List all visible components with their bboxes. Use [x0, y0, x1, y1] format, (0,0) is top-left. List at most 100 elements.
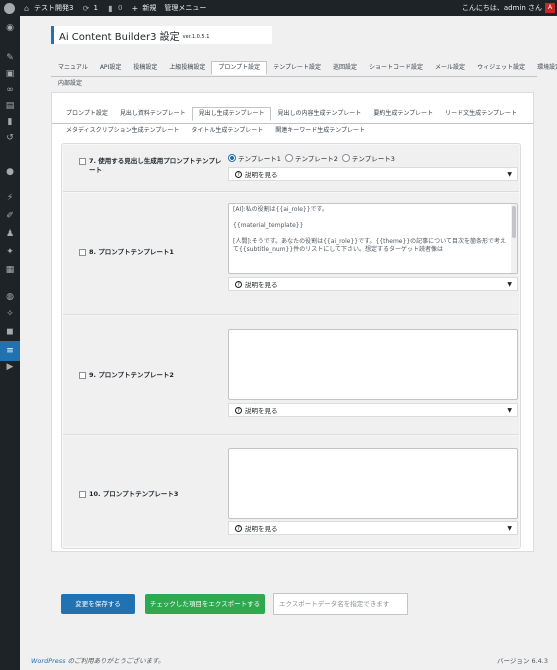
plus-icon: + — [131, 3, 139, 13]
subtab-related-keyword[interactable]: 関連キーワード生成テンプレート — [269, 124, 371, 138]
tab-mail[interactable]: メール設定 — [429, 61, 471, 75]
tools-icon[interactable]: ✦ — [4, 246, 16, 258]
export-name-input[interactable] — [273, 593, 408, 615]
footer-thanks-text: のご利用ありがとうございます。 — [65, 657, 165, 665]
addon-icon[interactable]: ◼ — [4, 326, 16, 338]
radio-label: テンプレート2 — [294, 155, 338, 163]
main-tabs: マニュアル API設定 投稿設定 上級投稿設定 プロンプト設定 テンプレート設定… — [52, 61, 557, 75]
media-icon[interactable]: ▣ — [4, 68, 16, 80]
new-label: 新規 — [142, 4, 157, 12]
settings-icon[interactable]: ▦ — [4, 264, 16, 276]
template3-label: 10. プロンプトテンプレート3 — [89, 490, 179, 498]
tab-shortcode[interactable]: ショートコード設定 — [363, 61, 429, 75]
tools-brush-icon[interactable]: ✐ — [4, 210, 16, 222]
page-title: Ai Content Builder3 設定 — [59, 31, 180, 43]
explain-toggle[interactable]: ? 説明を見る ▼ — [228, 403, 518, 417]
radio-button[interactable] — [284, 154, 293, 162]
explain-label: 説明を見る — [245, 281, 278, 289]
tab-advanced-post[interactable]: 上級投稿設定 — [163, 61, 211, 75]
explain-toggle[interactable]: ? 説明を見る ▼ — [228, 167, 518, 181]
question-icon: ? — [235, 524, 242, 532]
site-name: テスト開発3 — [34, 4, 74, 12]
links-icon[interactable]: ∞ — [4, 84, 16, 96]
wrench-icon[interactable]: ✧ — [4, 308, 16, 320]
tab-api[interactable]: API設定 — [94, 61, 128, 75]
subtab-title[interactable]: タイトル生成テンプレート — [185, 124, 269, 138]
users-icon[interactable]: ♟ — [4, 228, 16, 240]
comments-icon[interactable]: ▮ — [4, 116, 16, 128]
radio-template2[interactable]: テンプレート2 — [284, 153, 338, 163]
comments-menu[interactable]: ▮ 0 — [102, 0, 126, 16]
template1-textarea[interactable]: [AI]:私の役割は{{ai_role}}です。 {{material_temp… — [228, 203, 518, 274]
appearance-icon[interactable]: ● — [4, 166, 16, 178]
radio-button[interactable] — [341, 154, 350, 162]
row-checkbox[interactable] — [79, 158, 86, 165]
wordpress-link[interactable]: WordPress — [31, 657, 66, 665]
tab-prompt[interactable]: プロンプト設定 — [211, 61, 268, 75]
row-label: 8. プロンプトテンプレート1 — [79, 248, 174, 257]
version-label: ver.1.0.5.1 — [182, 33, 210, 40]
triangle-down-icon: ▼ — [507, 524, 512, 532]
ai-content-builder-icon[interactable]: ≡ — [0, 341, 20, 361]
tab-environment[interactable]: 環境設定 — [531, 61, 557, 75]
tab-patrol[interactable]: 巡回設定 — [327, 61, 363, 75]
admin-menu-link[interactable]: 管理メニュー — [160, 0, 210, 16]
tab-widget[interactable]: ウィジェット設定 — [471, 61, 531, 75]
subtab-heading-content[interactable]: 見出しの内容生成テンプレート — [271, 107, 367, 121]
template2-label: 9. プロンプトテンプレート2 — [89, 371, 174, 379]
subtab-meta-description[interactable]: メタディスクリプション生成テンプレート — [60, 124, 185, 138]
row-label: 9. プロンプトテンプレート2 — [79, 371, 174, 380]
refresh-icon: ⟳ — [82, 3, 90, 13]
radio-template1[interactable]: テンプレート1 — [228, 153, 281, 163]
wordpress-logo-menu[interactable] — [0, 0, 18, 16]
textarea-line: {{material_template}} — [233, 222, 304, 229]
posts-icon[interactable]: ✎ — [4, 52, 16, 64]
triangle-down-icon: ▼ — [507, 280, 512, 288]
export-button[interactable]: チェックした項目をエクスポートする — [145, 594, 265, 614]
plugins-icon[interactable]: ⚡ — [4, 192, 16, 204]
footer-version: バージョン 6.4.3 — [497, 657, 548, 665]
updates-menu[interactable]: ⟳ 1 — [77, 0, 101, 16]
textarea-line — [229, 214, 517, 222]
subtab-heading-generation[interactable]: 見出し生成テンプレート — [191, 107, 272, 121]
collapse-menu-icon[interactable]: ▶ — [4, 361, 16, 373]
explain-toggle[interactable]: ? 説明を見る ▼ — [228, 277, 518, 291]
subtab-summary[interactable]: 要約生成テンプレート — [367, 107, 439, 121]
radio-template3[interactable]: テンプレート3 — [341, 153, 395, 163]
settings-card: プロンプト設定 見出し資料テンプレート 見出し生成テンプレート 見出しの内容生成… — [51, 92, 534, 552]
new-content-menu[interactable]: + 新規 — [126, 0, 160, 16]
site-name-menu[interactable]: ⌂ テスト開発3 — [18, 0, 77, 16]
avatar: A — [545, 3, 555, 13]
sub-tabs-row2: メタディスクリプション生成テンプレート タイトル生成テンプレート 関連キーワード… — [60, 124, 371, 138]
undo-icon[interactable]: ↺ — [4, 132, 16, 144]
subtab-heading-material[interactable]: 見出し資料テンプレート — [114, 107, 192, 121]
my-account-menu[interactable]: こんにちは、admin さん A — [458, 0, 557, 16]
row-checkbox[interactable] — [79, 372, 86, 379]
dashboard-icon[interactable]: ◉ — [4, 22, 16, 34]
comments-count: 0 — [117, 4, 123, 12]
explain-toggle[interactable]: ? 説明を見る ▼ — [228, 521, 518, 535]
pages-icon[interactable]: ▤ — [4, 100, 16, 112]
admin-menu-label: 管理メニュー — [164, 4, 207, 12]
profile-icon[interactable]: ◍ — [4, 291, 16, 303]
template2-textarea[interactable] — [228, 329, 518, 400]
row-checkbox[interactable] — [79, 249, 86, 256]
template3-textarea[interactable] — [228, 448, 518, 519]
subtab-lead[interactable]: リード文生成テンプレート — [439, 107, 523, 121]
tab-manual[interactable]: マニュアル — [52, 61, 94, 75]
admin-sidebar: ◉ ✎ ▣ ∞ ▤ ▮ ↺ ● ⚡ ✐ ♟ ✦ ▦ ◍ ✧ ◼ ≡ ▶ — [0, 16, 20, 670]
updates-count: 1 — [93, 4, 98, 12]
row-checkbox[interactable] — [79, 491, 86, 498]
subtab-prompt[interactable]: プロンプト設定 — [60, 107, 114, 121]
tab-template[interactable]: テンプレート設定 — [267, 61, 327, 75]
radio-button[interactable] — [228, 154, 236, 162]
textarea-line: [AI]:私の役割は{{ai_role}}です。 — [233, 206, 328, 213]
footer-thanks: WordPress のご利用ありがとうございます。 — [31, 655, 165, 665]
explain-label: 説明を見る — [245, 171, 278, 179]
textarea-scrollbar[interactable] — [511, 204, 517, 273]
tab-post[interactable]: 投稿設定 — [127, 61, 163, 75]
save-button[interactable]: 変更を保存する — [61, 594, 135, 614]
tab-internal[interactable]: 内部設定 — [52, 77, 88, 91]
scrollbar-thumb[interactable] — [512, 206, 516, 238]
radio-label: テンプレート1 — [238, 155, 281, 163]
